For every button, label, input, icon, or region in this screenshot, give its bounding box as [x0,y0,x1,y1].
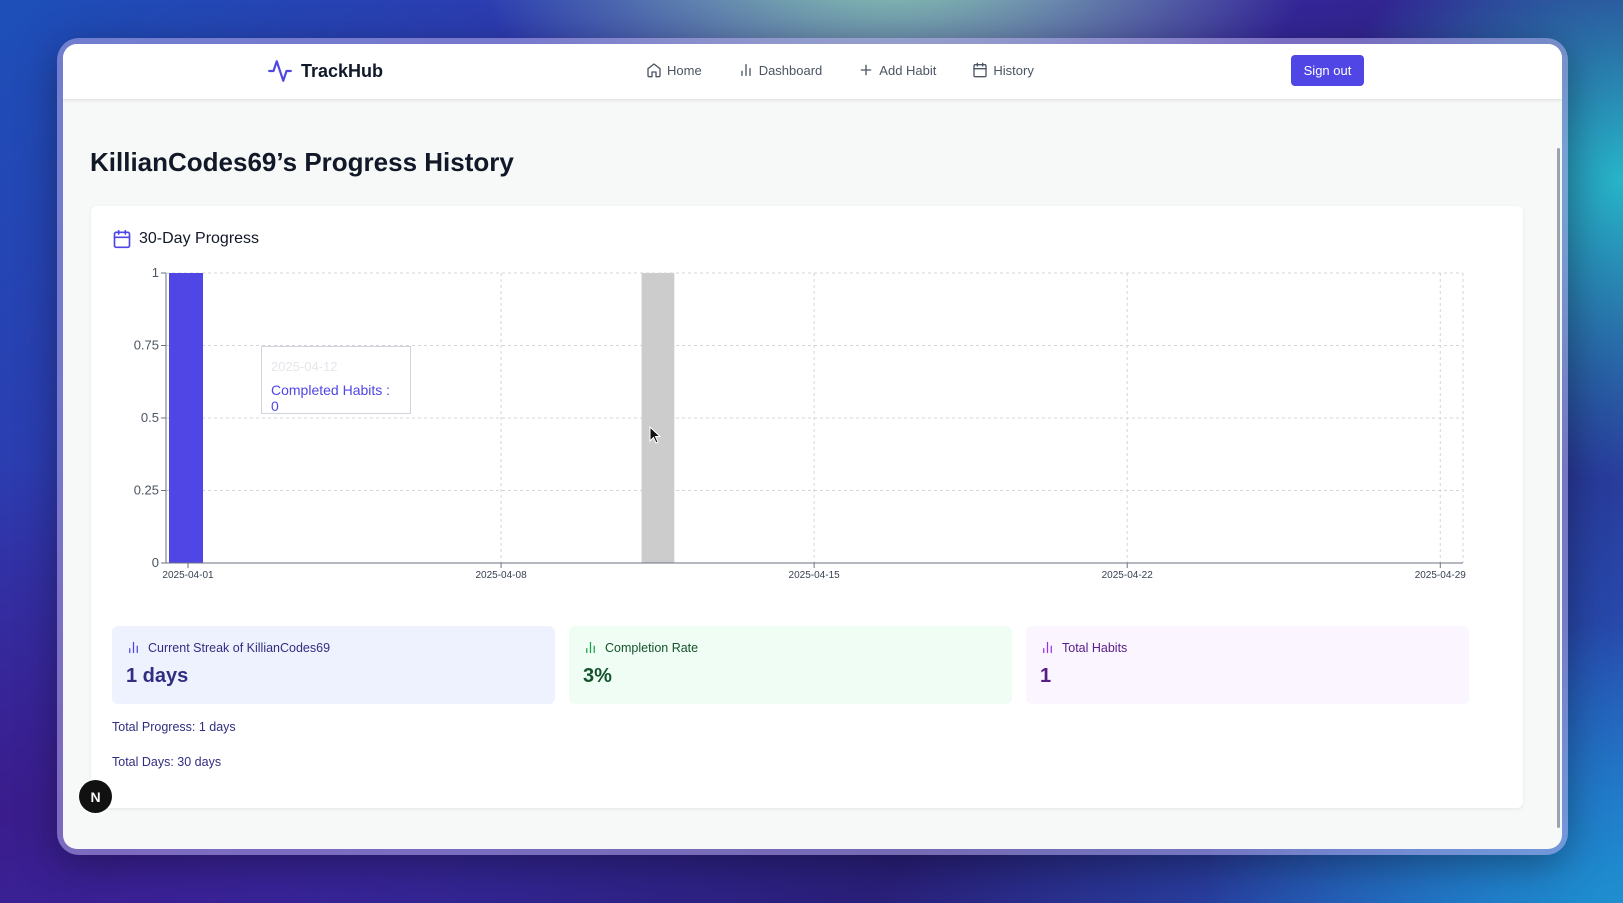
nav-home[interactable]: Home [646,62,702,78]
scrollbar[interactable] [1557,148,1560,828]
y-tick-label: 0.25 [134,483,159,498]
hover-highlight-band [641,273,675,563]
chart-bar [169,273,203,563]
card-header: 30-Day Progress [112,229,259,249]
completion-label: Completion Rate [605,640,699,655]
tooltip-value: Completed Habits : 0 [271,382,391,414]
app-viewport: TrackHub Home Dashboard Add Habit Histor… [63,44,1562,849]
mouse-cursor-icon [649,426,661,444]
progress-chart[interactable]: 0 0.25 0.5 0.75 1 2025-04-01 2025-04-08 2025-04… [91,265,1523,606]
bar-chart-icon [1043,641,1052,654]
nav-home-label: Home [667,62,702,78]
nav-history[interactable]: History [972,62,1034,78]
bar-chart-icon [741,64,751,76]
chart-tooltip: 2025-04-12 Completed Habits : 0 [261,346,411,414]
card-title: 30-Day Progress [139,230,260,247]
plus-icon [860,64,872,76]
top-navbar: TrackHub Home Dashboard Add Habit Histor… [63,44,1562,99]
nav-history-label: History [993,62,1034,78]
brand-name: TrackHub [301,60,384,81]
calendar-icon [973,62,988,78]
sign-out-button[interactable]: Sign out [1291,55,1364,86]
nav-add-habit[interactable]: Add Habit [858,62,936,78]
totals-section: Total Progress: 1 days Total Days: 30 da… [112,720,236,790]
bar-chart-icon [129,641,138,654]
page-title: KillianCodes69’s Progress History [90,147,514,177]
total-progress: Total Progress: 1 days [112,720,236,734]
streak-value: 1 days [126,665,189,687]
total-days: Total Days: 30 days [112,755,222,769]
calendar-icon [113,229,131,249]
nav-dashboard-label: Dashboard [758,62,823,78]
completion-label-row: Completion Rate [583,640,998,655]
progress-card: 30-Day Progress 0 0.25 0.5 0.75 1 2025-04-01 2… [91,206,1523,808]
habits-label: Total Habits [1062,640,1128,655]
streak-label-row: Current Streak of KillianCodes69 [126,640,541,655]
stats-row: Current Streak of KillianCodes69 1 days … [112,626,1469,704]
brand-logo[interactable]: TrackHub [267,58,383,84]
home-icon [647,63,661,78]
x-tick-label: 2025-04-01 [162,570,214,581]
y-tick-label: 1 [152,266,159,280]
chart-svg: 0 0.25 0.5 0.75 1 2025-04-01 2025-04-08 2025-04… [134,265,1467,581]
x-tick-label: 2025-04-15 [789,570,841,581]
nav-add-habit-label: Add Habit [879,62,937,78]
bar-chart-icon [586,641,595,654]
x-tick-label: 2025-04-08 [475,570,527,581]
y-tick-label: 0.5 [141,410,159,425]
y-tick-label: 0.75 [134,338,159,353]
browser-window: TrackHub Home Dashboard Add Habit Histor… [57,38,1568,855]
x-tick-label: 2025-04-22 [1102,570,1154,581]
completion-value: 3% [583,665,612,687]
x-tick-label: 2025-04-29 [1415,570,1467,581]
dev-tools-badge[interactable]: N [79,780,112,813]
nav-links: Home Dashboard Add Habit History [646,62,1034,78]
tooltip-date: 2025-04-12 [271,359,338,374]
streak-label: Current Streak of KillianCodes69 [148,640,331,655]
habits-stat: Total Habits 1 [1026,626,1469,704]
habits-label-row: Total Habits [1040,640,1455,655]
streak-stat: Current Streak of KillianCodes69 1 days [112,626,555,704]
y-tick-label: 0 [152,555,159,570]
habits-value: 1 [1040,665,1052,687]
completion-stat: Completion Rate 3% [569,626,1012,704]
nav-dashboard[interactable]: Dashboard [738,62,823,78]
activity-icon [268,60,292,82]
